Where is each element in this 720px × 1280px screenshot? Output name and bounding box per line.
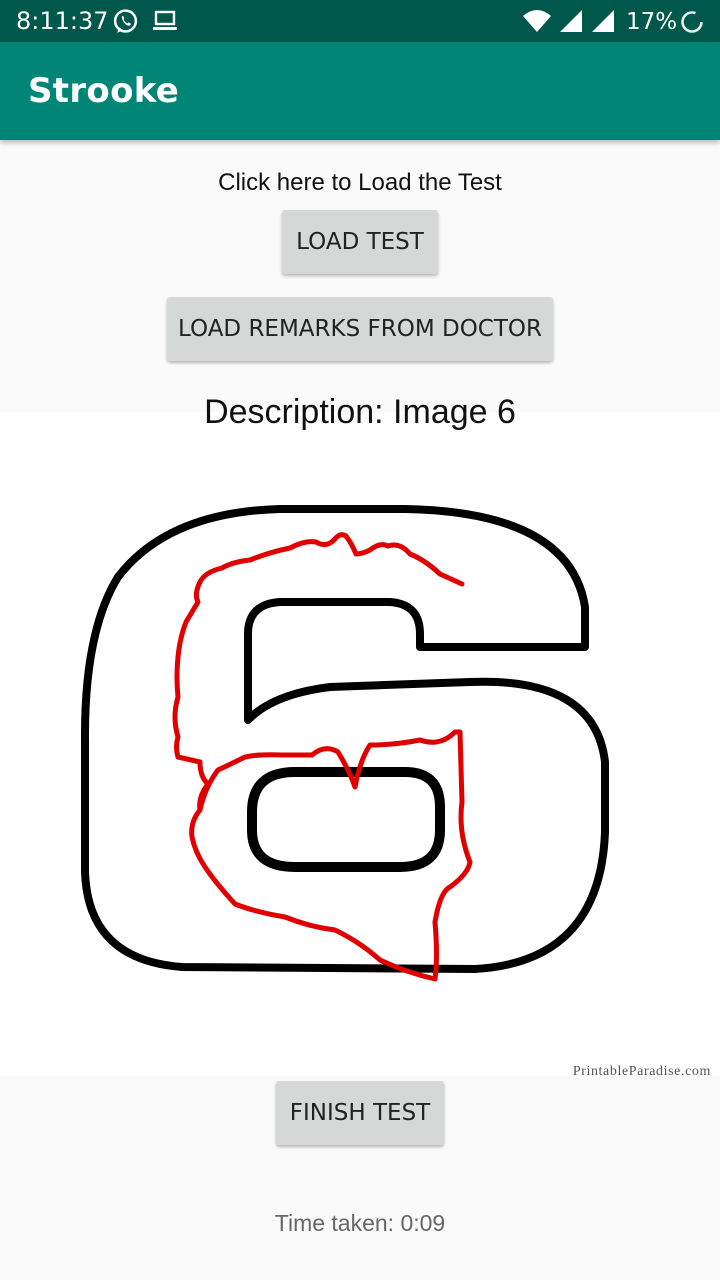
signal-icon <box>592 10 614 32</box>
image-description: Description: Image 6 <box>204 393 516 431</box>
laptop-icon <box>153 10 177 30</box>
whatsapp-icon <box>113 9 138 33</box>
status-bar: 8:11:37 17% <box>0 0 720 42</box>
test-drawing-canvas[interactable]: PrintableParadise.com <box>0 412 720 1079</box>
app-title: Strooke <box>28 71 180 111</box>
number-six-outline-image <box>80 505 609 982</box>
load-remarks-button[interactable]: LOAD REMARKS FROM DOCTOR <box>167 297 553 361</box>
time-taken: Time taken: 0:09 <box>274 1210 446 1236</box>
app-bar: Strooke <box>0 42 720 140</box>
status-time: 8:11:37 <box>16 7 109 35</box>
wifi-icon <box>523 10 551 32</box>
battery-saver-icon <box>681 11 703 33</box>
signal-icon <box>560 10 582 32</box>
battery-percentage: 17% <box>626 9 678 35</box>
load-test-button[interactable]: LOAD TEST <box>282 210 438 274</box>
watermark: PrintableParadise.com <box>572 1064 711 1079</box>
finish-test-button[interactable]: FINISH TEST <box>276 1081 444 1145</box>
load-test-instruction: Click here to Load the Test <box>218 169 502 196</box>
